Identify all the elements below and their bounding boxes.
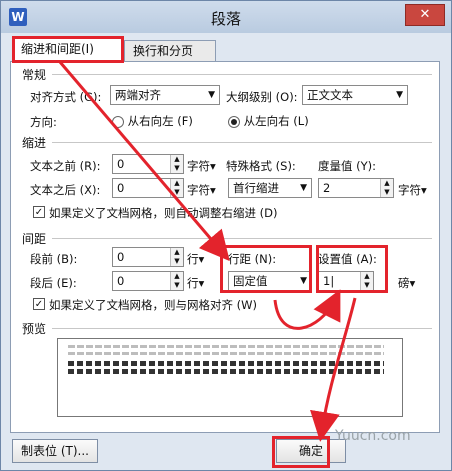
indent-before-unit[interactable]: 字符▾ (187, 158, 216, 174)
grid-align-label: 如果定义了文档网格，则与网格对齐 (W) (49, 298, 257, 312)
preview-text-line (68, 361, 384, 366)
section-divider (52, 328, 432, 329)
spacing-before-spinner[interactable]: 0 ▲ ▼ (112, 247, 184, 267)
measure-unit[interactable]: 字符▾ (398, 182, 427, 198)
dialog-title: 段落 (210, 10, 241, 28)
preview-text-line (68, 369, 384, 374)
special-format-select[interactable]: 首行缩进 ▼ (228, 178, 312, 198)
preview-text-line (68, 352, 384, 355)
close-button[interactable]: ✕ (405, 4, 445, 26)
indent-section-title: 缩进 (22, 136, 47, 150)
spinner-arrows-icon[interactable]: ▲ ▼ (170, 155, 183, 173)
indent-before-value: 0 (117, 157, 125, 171)
tab-indent-spacing[interactable]: 缩进和间距(I) (12, 38, 124, 62)
tab-line-page-breaks[interactable]: 换行和分页(P) (124, 40, 216, 79)
set-value-value: 1| (323, 274, 335, 288)
indent-after-value: 0 (117, 181, 125, 195)
set-value-spinner[interactable]: 1| ▲ ▼ (318, 271, 374, 291)
measure-value: 2 (323, 181, 331, 195)
spinner-arrows-icon[interactable]: ▲ ▼ (360, 272, 373, 290)
radio-unchecked-icon (112, 115, 124, 128)
section-divider (52, 142, 432, 143)
spacing-after-value: 0 (117, 274, 125, 288)
alignment-select[interactable]: 两端对齐 ▼ (110, 85, 220, 105)
spacing-before-value: 0 (117, 250, 125, 264)
indent-after-label: 文本之后 (X): (30, 183, 101, 197)
ltr-radio-label: 从左向右 (L) (243, 114, 309, 128)
direction-label: 方向: (30, 115, 57, 129)
dropdown-arrow-icon: ▼ (396, 90, 403, 100)
special-format-label: 特殊格式 (S): (226, 159, 296, 173)
watermark: Yuucn.com (335, 428, 411, 444)
spinner-arrows-icon[interactable]: ▲ ▼ (380, 179, 393, 197)
tab-stops-button[interactable]: 制表位 (T)... (12, 439, 98, 463)
dropdown-arrow-icon: ▼ (208, 90, 215, 100)
measure-spinner[interactable]: 2 ▲ ▼ (318, 178, 394, 198)
alignment-value: 两端对齐 (115, 88, 161, 102)
dropdown-arrow-icon: ▼ (300, 183, 307, 193)
general-section-title: 常规 (22, 68, 47, 82)
checkmark-icon: ✓ (34, 207, 44, 218)
set-value-unit[interactable]: 磅▾ (398, 275, 415, 291)
outline-level-select[interactable]: 正文文本 ▼ (302, 85, 408, 105)
spinner-arrows-icon[interactable]: ▲ ▼ (170, 248, 183, 266)
spacing-after-spinner[interactable]: 0 ▲ ▼ (112, 271, 184, 291)
auto-adjust-checkbox[interactable]: ✓ (33, 206, 45, 218)
indent-after-unit[interactable]: 字符▾ (187, 182, 216, 198)
section-divider (52, 74, 432, 75)
ltr-radio[interactable]: 从左向右 (L) (228, 113, 309, 129)
rtl-radio-label: 从右向左 (F) (127, 114, 193, 128)
spacing-after-unit[interactable]: 行▾ (187, 275, 204, 291)
paragraph-preview (57, 338, 403, 417)
spinner-arrows-icon[interactable]: ▲ ▼ (170, 272, 183, 290)
outline-level-label: 大纲级别 (O): (226, 90, 298, 104)
radio-checked-icon (228, 115, 240, 128)
spacing-before-label: 段前 (B): (30, 252, 78, 266)
spacing-before-unit[interactable]: 行▾ (187, 251, 204, 267)
grid-align-checkbox[interactable]: ✓ (33, 298, 45, 310)
indent-after-spinner[interactable]: 0 ▲ ▼ (112, 178, 184, 198)
line-spacing-select[interactable]: 固定值 ▼ (228, 271, 312, 291)
section-divider (52, 238, 432, 239)
special-format-value: 首行缩进 (233, 181, 279, 195)
spacing-after-label: 段后 (E): (30, 276, 77, 290)
indent-before-label: 文本之前 (R): (30, 159, 101, 173)
title-bar: W 段落 ✕ (1, 1, 451, 33)
checkmark-icon: ✓ (34, 299, 44, 310)
preview-text-line (68, 345, 384, 348)
line-spacing-value: 固定值 (233, 274, 268, 288)
outline-level-value: 正文文本 (307, 88, 353, 102)
preview-section-title: 预览 (22, 322, 47, 336)
spacing-section-title: 间距 (22, 232, 47, 246)
spinner-arrows-icon[interactable]: ▲ ▼ (170, 179, 183, 197)
measure-label: 度量值 (Y): (318, 159, 377, 173)
rtl-radio[interactable]: 从右向左 (F) (112, 113, 193, 129)
indent-before-spinner[interactable]: 0 ▲ ▼ (112, 154, 184, 174)
line-spacing-label: 行距 (N): (228, 252, 277, 266)
alignment-label: 对齐方式 (G): (30, 90, 102, 104)
set-value-label: 设置值 (A): (318, 252, 377, 266)
auto-adjust-label: 如果定义了文档网格，则自动调整右缩进 (D) (49, 206, 278, 220)
dropdown-arrow-icon: ▼ (300, 276, 307, 286)
